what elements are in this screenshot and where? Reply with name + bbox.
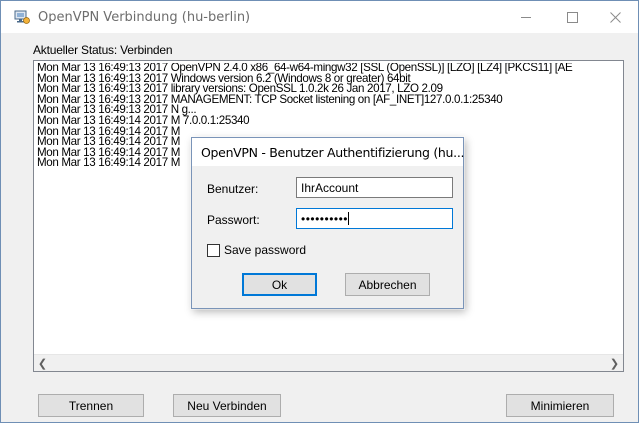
save-password-label: Save password bbox=[224, 243, 307, 257]
connection-status-label: Aktueller Status: Verbinden bbox=[33, 43, 173, 57]
minimize-button[interactable]: Minimieren bbox=[506, 394, 614, 417]
dialog-title-bar[interactable]: OpenVPN - Benutzer Authentifizierung (hu… bbox=[192, 138, 465, 166]
title-bar[interactable]: OpenVPN Verbindung (hu-berlin) bbox=[1, 1, 638, 33]
save-password-row[interactable]: Save password bbox=[207, 243, 306, 257]
scroll-left-icon[interactable]: ❮ bbox=[34, 355, 51, 371]
disconnect-button[interactable]: Trennen bbox=[38, 394, 144, 417]
openvpn-app-icon bbox=[14, 9, 30, 25]
save-password-checkbox[interactable] bbox=[207, 243, 220, 257]
username-label: Benutzer: bbox=[207, 182, 259, 196]
ok-button[interactable]: Ok bbox=[242, 273, 317, 296]
username-input[interactable]: IhrAccount bbox=[296, 177, 453, 198]
maximize-window-button[interactable] bbox=[549, 1, 595, 33]
close-icon bbox=[609, 11, 621, 23]
scroll-right-icon[interactable]: ❯ bbox=[606, 355, 623, 371]
cancel-button[interactable]: Abbrechen bbox=[345, 273, 430, 296]
dialog-title: OpenVPN - Benutzer Authentifizierung (hu… bbox=[201, 145, 465, 160]
reconnect-button[interactable]: Neu Verbinden bbox=[173, 394, 281, 417]
password-masked-value: •••••••••• bbox=[301, 212, 349, 226]
horizontal-scrollbar[interactable]: ❮ ❯ bbox=[34, 354, 623, 371]
window-title: OpenVPN Verbindung (hu-berlin) bbox=[38, 10, 251, 25]
text-caret bbox=[348, 212, 350, 225]
minimize-icon bbox=[520, 16, 531, 18]
password-label: Passwort: bbox=[207, 213, 260, 227]
auth-dialog: OpenVPN - Benutzer Authentifizierung (hu… bbox=[191, 137, 464, 309]
close-window-button[interactable] bbox=[592, 1, 638, 33]
password-input[interactable]: •••••••••• bbox=[296, 208, 453, 229]
minimize-window-button[interactable] bbox=[503, 1, 549, 33]
maximize-icon bbox=[566, 11, 578, 23]
openvpn-main-window: OpenVPN Verbindung (hu-berlin) Aktueller… bbox=[0, 0, 639, 423]
